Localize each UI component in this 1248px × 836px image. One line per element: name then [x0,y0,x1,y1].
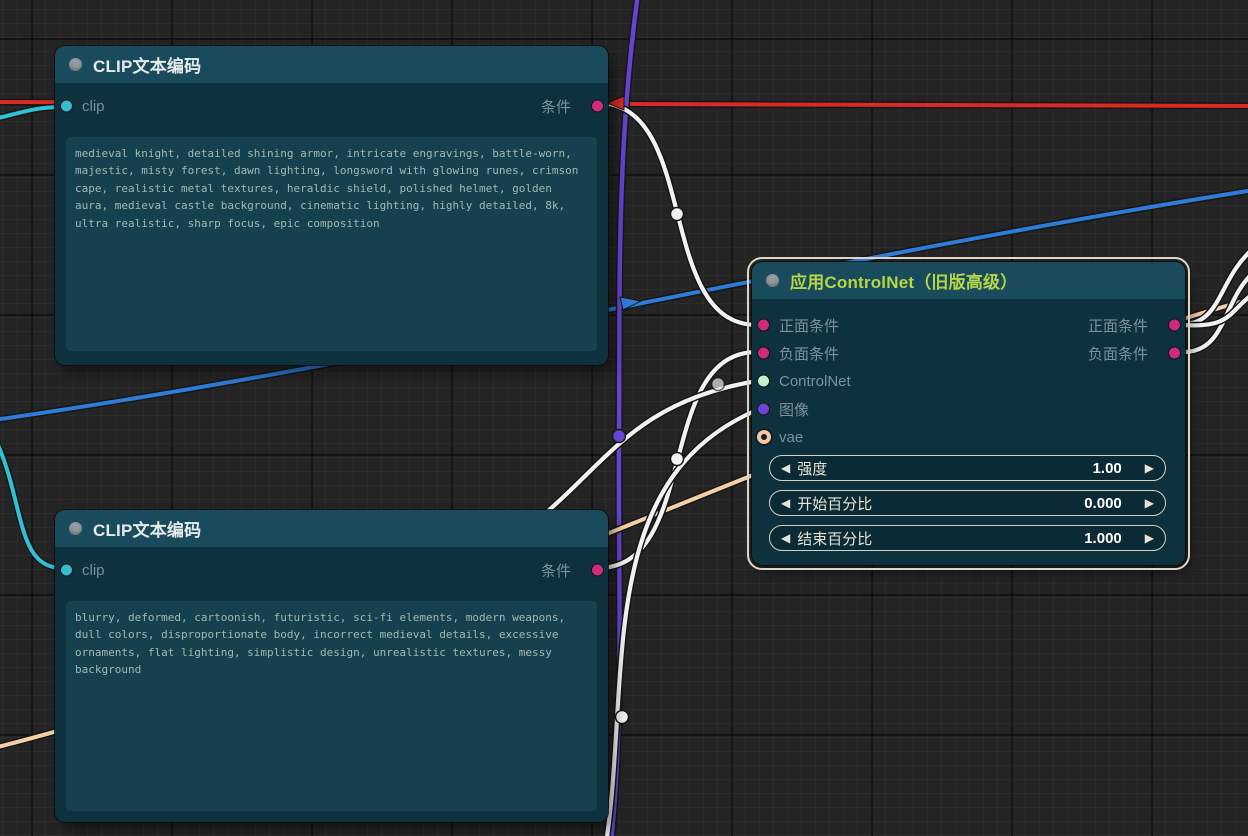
node-title: 应用ControlNet（旧版高级） [790,268,1017,293]
node-title-bar[interactable]: CLIP文本编码 [55,46,608,83]
widget-strength[interactable]: ◀ 强度 1.00 ▶ [769,455,1166,481]
wire-midpoint-dot [671,208,684,221]
node-title-bar[interactable]: CLIP文本编码 [55,510,608,547]
node-title-bar[interactable]: 应用ControlNet（旧版高级） [752,262,1185,299]
positive-conditioning-input-label: 正面条件 [779,315,839,336]
negative-conditioning-input-port[interactable] [757,347,770,360]
widget-label: 强度 [797,458,827,479]
increment-arrow-icon[interactable]: ▶ [1145,462,1154,474]
slot-row-controlnet: ControlNet [752,367,1185,395]
node-title: CLIP文本编码 [93,516,201,541]
slot-row-positive: 正面条件 正面条件 [752,311,1185,339]
wire-midpoint-dot [712,378,725,391]
collapse-dot[interactable] [69,58,82,71]
decrement-arrow-icon[interactable]: ◀ [781,497,790,509]
positive-conditioning-output-label: 正面条件 [1088,315,1148,336]
positive-conditioning-input-port[interactable] [757,319,770,332]
slot-row: clip 条件 [55,92,608,120]
prompt-textarea[interactable]: medieval knight, detailed shining armor,… [66,137,597,351]
vae-input-label: vae [779,429,803,446]
conditioning-output-label: 条件 [541,96,571,117]
controlnet-input-label: ControlNet [779,373,851,390]
slot-row-image: 图像 [752,395,1185,423]
widget-start-percent[interactable]: ◀ 开始百分比 0.000 ▶ [769,490,1166,516]
decrement-arrow-icon[interactable]: ◀ [781,532,790,544]
widget-value[interactable]: 1.000 [1084,530,1122,547]
negative-conditioning-output-label: 负面条件 [1088,343,1148,364]
node-clip-text-encode-negative[interactable]: CLIP文本编码 clip 条件 blurry, deformed, carto… [55,510,608,822]
wire-midpoint-dot [613,430,626,443]
widget-value[interactable]: 0.000 [1084,495,1122,512]
clip-input-label: clip [82,98,105,115]
controlnet-input-port[interactable] [757,375,770,388]
clip-input-port[interactable] [60,100,73,113]
image-input-label: 图像 [779,399,809,420]
node-body: clip 条件 medieval knight, detailed shinin… [55,83,608,365]
clip-input-label: clip [82,562,105,579]
decrement-arrow-icon[interactable]: ◀ [781,462,790,474]
wire-midpoint-dot [671,453,684,466]
widget-end-percent[interactable]: ◀ 结束百分比 1.000 ▶ [769,525,1166,551]
image-input-port[interactable] [757,403,770,416]
increment-arrow-icon[interactable]: ▶ [1145,497,1154,509]
vae-input-port[interactable] [757,430,771,444]
node-title: CLIP文本编码 [93,52,201,77]
widget-value[interactable]: 1.00 [1093,460,1122,477]
conditioning-output-port[interactable] [591,564,604,577]
collapse-dot[interactable] [766,274,779,287]
node-body: 正面条件 正面条件 负面条件 负面条件 ControlNet 图像 [752,299,1185,565]
conditioning-output-label: 条件 [541,560,571,581]
slot-row-vae: vae [752,423,1185,451]
widget-label: 开始百分比 [797,493,872,514]
negative-conditioning-output-port[interactable] [1168,347,1181,360]
positive-conditioning-output-port[interactable] [1168,319,1181,332]
slot-row: clip 条件 [55,556,608,584]
slot-row-negative: 负面条件 负面条件 [752,339,1185,367]
prompt-textarea[interactable]: blurry, deformed, cartoonish, futuristic… [66,601,597,811]
node-graph-canvas[interactable]: CLIP文本编码 clip 条件 medieval knight, detail… [0,0,1248,836]
node-clip-text-encode-positive[interactable]: CLIP文本编码 clip 条件 medieval knight, detail… [55,46,608,365]
conditioning-output-port[interactable] [591,100,604,113]
link-white-image [603,410,757,836]
clip-input-port[interactable] [60,564,73,577]
negative-conditioning-input-label: 负面条件 [779,343,839,364]
node-body: clip 条件 blurry, deformed, cartoonish, fu… [55,547,608,822]
widget-label: 结束百分比 [797,528,872,549]
collapse-dot[interactable] [69,522,82,535]
node-apply-controlnet[interactable]: 应用ControlNet（旧版高级） 正面条件 正面条件 负面条件 负面条件 [752,262,1185,565]
link-cyan-clip-bottom [0,436,62,568]
wire-midpoint-dot [616,711,629,724]
increment-arrow-icon[interactable]: ▶ [1145,532,1154,544]
